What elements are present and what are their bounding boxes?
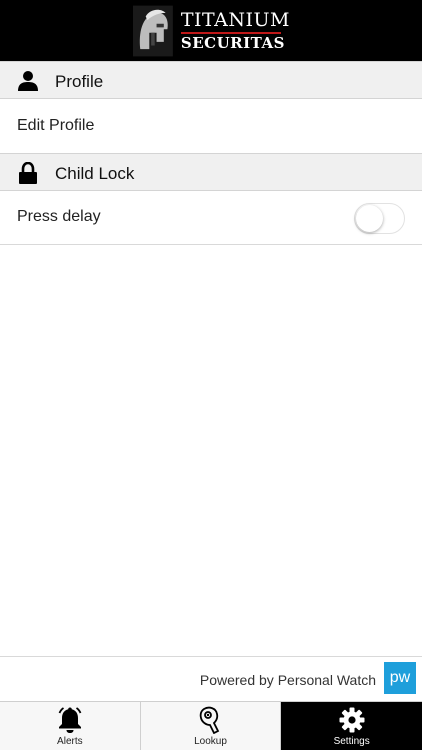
toggle-knob xyxy=(356,205,383,232)
personal-watch-badge[interactable]: pw xyxy=(384,662,416,694)
key-tag-icon xyxy=(200,706,220,734)
titanium-securitas-logo: TITANIUM SECURITAS xyxy=(133,3,290,59)
logo-wordmark: TITANIUM SECURITAS xyxy=(180,9,290,52)
edit-profile-label: Edit Profile xyxy=(17,117,95,134)
press-delay-label: Press delay xyxy=(17,208,101,225)
section-header-child-lock: Child Lock xyxy=(0,153,422,191)
person-icon xyxy=(18,71,38,91)
logo-line-2: SECURITAS xyxy=(180,34,285,52)
gear-icon xyxy=(339,707,365,733)
tab-settings[interactable]: Settings xyxy=(281,702,422,750)
section-title-child-lock: Child Lock xyxy=(55,164,135,183)
tab-label-lookup: Lookup xyxy=(194,736,227,747)
tab-lookup[interactable]: Lookup xyxy=(141,702,282,750)
bell-icon xyxy=(58,707,82,733)
powered-by-text: Powered by Personal Watch xyxy=(199,672,376,688)
powered-by-footer: Powered by Personal Watch pw xyxy=(0,656,422,701)
tab-bar: Alerts Lookup Settings xyxy=(0,701,422,750)
spartan-helmet-icon xyxy=(133,5,173,57)
tab-label-settings: Settings xyxy=(333,736,370,747)
section-title-profile: Profile xyxy=(55,72,104,91)
logo-line-1: TITANIUM xyxy=(180,9,290,31)
press-delay-toggle[interactable] xyxy=(354,203,405,234)
app-header: TITANIUM SECURITAS xyxy=(0,0,422,61)
section-header-profile: Profile xyxy=(0,61,422,99)
tab-alerts[interactable]: Alerts xyxy=(0,702,141,750)
lock-icon xyxy=(19,162,37,184)
tab-label-alerts: Alerts xyxy=(57,736,83,747)
edit-profile-row[interactable]: Edit Profile xyxy=(0,100,422,154)
press-delay-row: Press delay xyxy=(0,191,422,245)
